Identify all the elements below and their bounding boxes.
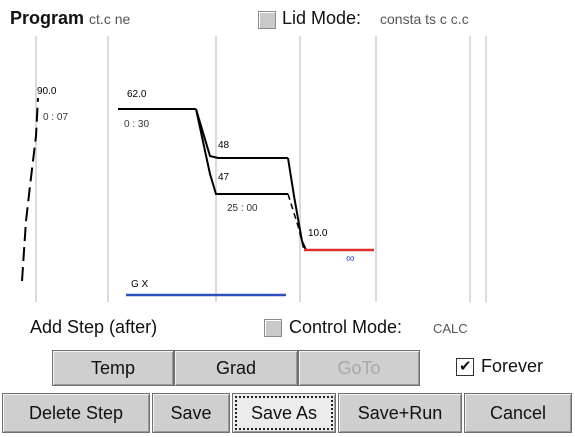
save-run-button[interactable]: Save+Run (338, 393, 462, 433)
temperature-profile-graph[interactable] (8, 36, 565, 302)
temp-step-button[interactable]: Temp (52, 350, 174, 386)
step2-line (195, 108, 288, 159)
program-label: Program (10, 8, 85, 28)
control-mode-value: CALC (433, 321, 468, 336)
lid-mode-value: consta ts c c.c (380, 11, 469, 27)
save-button[interactable]: Save (152, 393, 230, 433)
lid-mode-label: Lid Mode: (282, 8, 362, 28)
cancel-button[interactable]: Cancel (464, 393, 572, 433)
program-header: Program ct.c ne (10, 8, 130, 29)
forever-checkbox[interactable] (456, 357, 474, 376)
goto-step-button[interactable]: GoTo (298, 350, 420, 386)
save-as-button[interactable]: Save As (232, 393, 336, 433)
grad-step-button[interactable]: Grad (174, 350, 298, 386)
program-name: ct.c ne (89, 11, 131, 27)
control-mode-label: Control Mode: (289, 317, 403, 337)
control-mode-checkbox[interactable] (264, 319, 282, 337)
grid-lines (35, 36, 487, 302)
forever-label: Forever (481, 356, 544, 376)
delete-step-button[interactable]: Delete Step (2, 393, 150, 433)
lid-mode-checkbox[interactable] (258, 11, 276, 29)
step3-line (195, 108, 288, 195)
add-step-label: Add Step (after) (30, 317, 158, 337)
